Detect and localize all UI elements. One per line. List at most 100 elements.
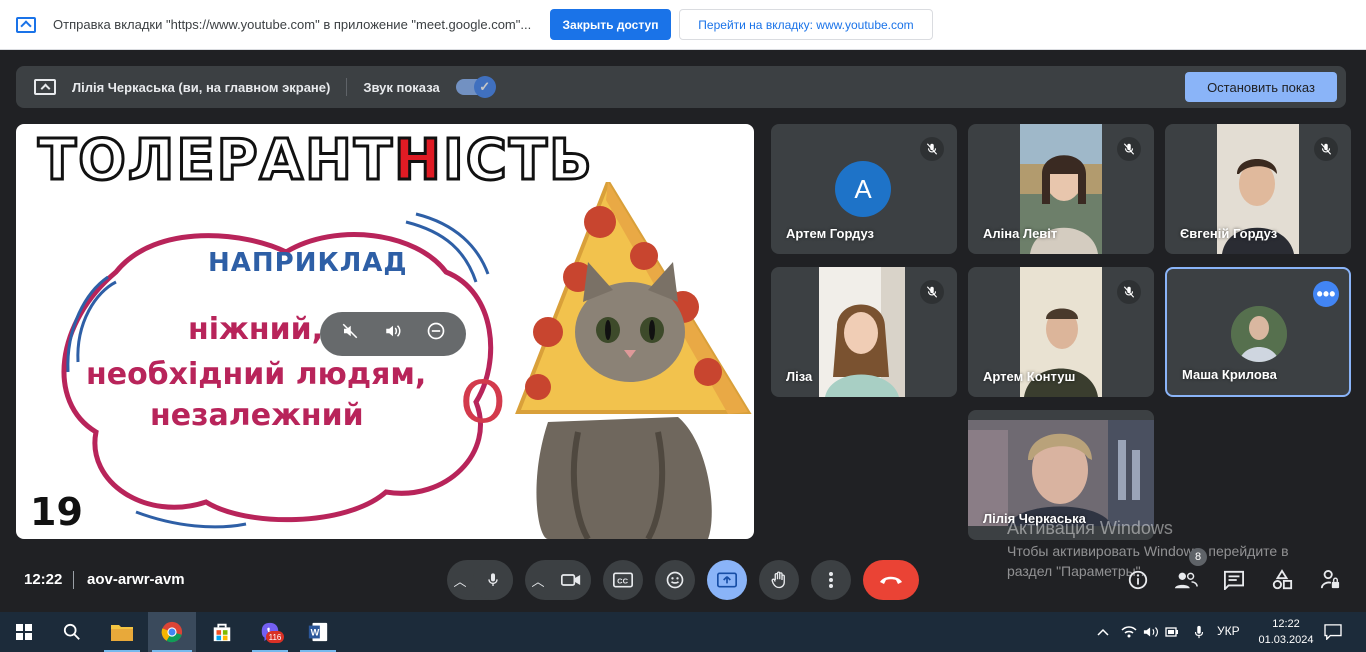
participant-tile[interactable]: Ліза [771,267,957,397]
taskbar-clock[interactable]: 12:22 01.03.2024 [1258,616,1314,648]
people-count-badge: 8 [1189,548,1207,566]
participant-tile-active[interactable]: ••• Маша Крилова [1165,267,1351,397]
more-options-button[interactable] [811,560,851,600]
chat-icon [1224,570,1244,590]
store-icon [213,623,231,642]
camera-control: ︿ [525,560,591,600]
slide-text-line: ніжний, [188,312,324,347]
participant-tile[interactable]: Євгеній Гордуз [1165,124,1351,254]
windows-activation-title: Активация Windows [1007,518,1173,538]
taskbar-chrome[interactable] [148,612,196,652]
taskbar-store[interactable] [200,612,244,652]
notifications-icon [1324,624,1342,640]
microphone-icon [488,573,498,586]
reactions-button[interactable] [655,560,695,600]
screen-share-notification-bar: Отправка вкладки "https://www.youtube.co… [0,0,1366,50]
activities-button[interactable] [1268,566,1296,594]
share-notification-text: Отправка вкладки "https://www.youtube.co… [53,17,532,32]
divider [346,78,348,96]
participant-video [819,267,905,397]
svg-text:W: W [311,628,320,638]
start-button[interactable] [4,612,44,652]
viber-unread-badge: 116 [266,631,284,643]
mic-off-icon [1117,137,1141,161]
share-audio-toggle[interactable]: ✓ [455,76,496,98]
microphone-control: ︿ [447,560,513,600]
participant-tile[interactable]: Аліна Левіт [968,124,1154,254]
hand-icon [771,571,785,589]
host-controls-button[interactable] [1316,566,1344,594]
avatar [1231,306,1287,362]
leave-call-button[interactable] [863,560,919,600]
camera-button[interactable] [551,560,591,600]
participant-tile[interactable]: А Артем Гордуз [771,124,957,254]
video-camera-icon [561,574,581,586]
go-to-tab-button[interactable]: Перейти на вкладку: www.youtube.com [679,9,933,40]
clock-date: 01.03.2024 [1258,634,1314,646]
people-button[interactable] [1172,566,1200,594]
wifi-icon [1121,626,1137,638]
participant-name: Ліза [786,369,813,384]
presenting-banner: Лілія Черкаська (ви, на главном экране) … [16,66,1346,108]
stop-sharing-button[interactable]: Закрыть доступ [550,9,671,40]
search-button[interactable] [52,612,92,652]
chevron-up-icon [1097,628,1109,636]
taskbar-word[interactable]: W [296,612,340,652]
mic-off-icon [1314,137,1338,161]
microphone-icon [1194,625,1204,639]
people-icon [1174,572,1198,589]
participant-name: Артем Гордуз [786,226,875,241]
remove-icon[interactable] [421,321,451,347]
present-now-button[interactable] [707,560,747,600]
info-icon [1128,570,1148,590]
slide-letter: О [460,368,506,436]
shapes-icon [1272,569,1293,590]
network-icon[interactable] [1118,612,1140,652]
participant-name: Маша Крилова [1182,367,1277,382]
microphone-button[interactable] [473,560,513,600]
end-call-icon [880,576,902,584]
emoji-icon [666,571,684,589]
notifications-button[interactable] [1318,612,1348,652]
stop-presenting-button[interactable]: Остановить показ [1185,72,1337,102]
divider [73,571,74,589]
check-icon: ✓ [473,76,496,98]
chevron-up-icon[interactable]: ︿ [447,571,473,590]
pizza-cat-image [515,182,752,539]
battery-tray-icon[interactable] [1162,612,1184,652]
input-language[interactable]: УКР [1217,624,1240,638]
avatar: А [835,161,891,217]
presentation-slide: ТОЛЕРАНТНІСТЬ НАПРИКЛАД ніжний, необхідн… [16,124,754,539]
meeting-code: aov-arwr-avm [87,571,185,588]
chat-button[interactable] [1220,566,1248,594]
speaker-icon [1143,627,1159,637]
chrome-icon [161,621,183,643]
show-hidden-icons-button[interactable] [1092,612,1114,652]
presenter-name: Лілія Черкаська (ви, на главном экране) [72,79,331,95]
mute-speaker-icon[interactable] [335,322,365,346]
meeting-time: 12:22 [24,571,63,588]
chevron-up-icon[interactable]: ︿ [525,571,551,590]
slide-title-red-letter: Н [393,127,443,195]
word-icon: W [308,622,328,642]
folder-icon [111,625,133,641]
search-icon [63,623,80,640]
mic-off-icon [920,280,944,304]
slide-title-part: ТОЛЕРАНТ [36,127,395,195]
mic-tray-icon[interactable] [1188,612,1210,652]
meeting-details-button[interactable] [1124,566,1152,594]
screen-share-icon [16,16,36,33]
volume-icon[interactable] [378,322,408,346]
more-vert-icon [829,572,833,588]
participant-tile[interactable]: Артем Контуш [968,267,1154,397]
volume-tray-icon[interactable] [1140,612,1162,652]
raise-hand-button[interactable] [759,560,799,600]
captions-button[interactable]: CC [603,560,643,600]
present-screen-icon [34,79,56,95]
taskbar-file-explorer[interactable] [100,612,144,652]
slide-example-label: НАПРИКЛАД [208,248,408,278]
battery-icon [1165,627,1178,637]
mic-off-icon [920,137,944,161]
more-options-button[interactable]: ••• [1313,281,1339,307]
present-screen-icon [717,572,737,588]
